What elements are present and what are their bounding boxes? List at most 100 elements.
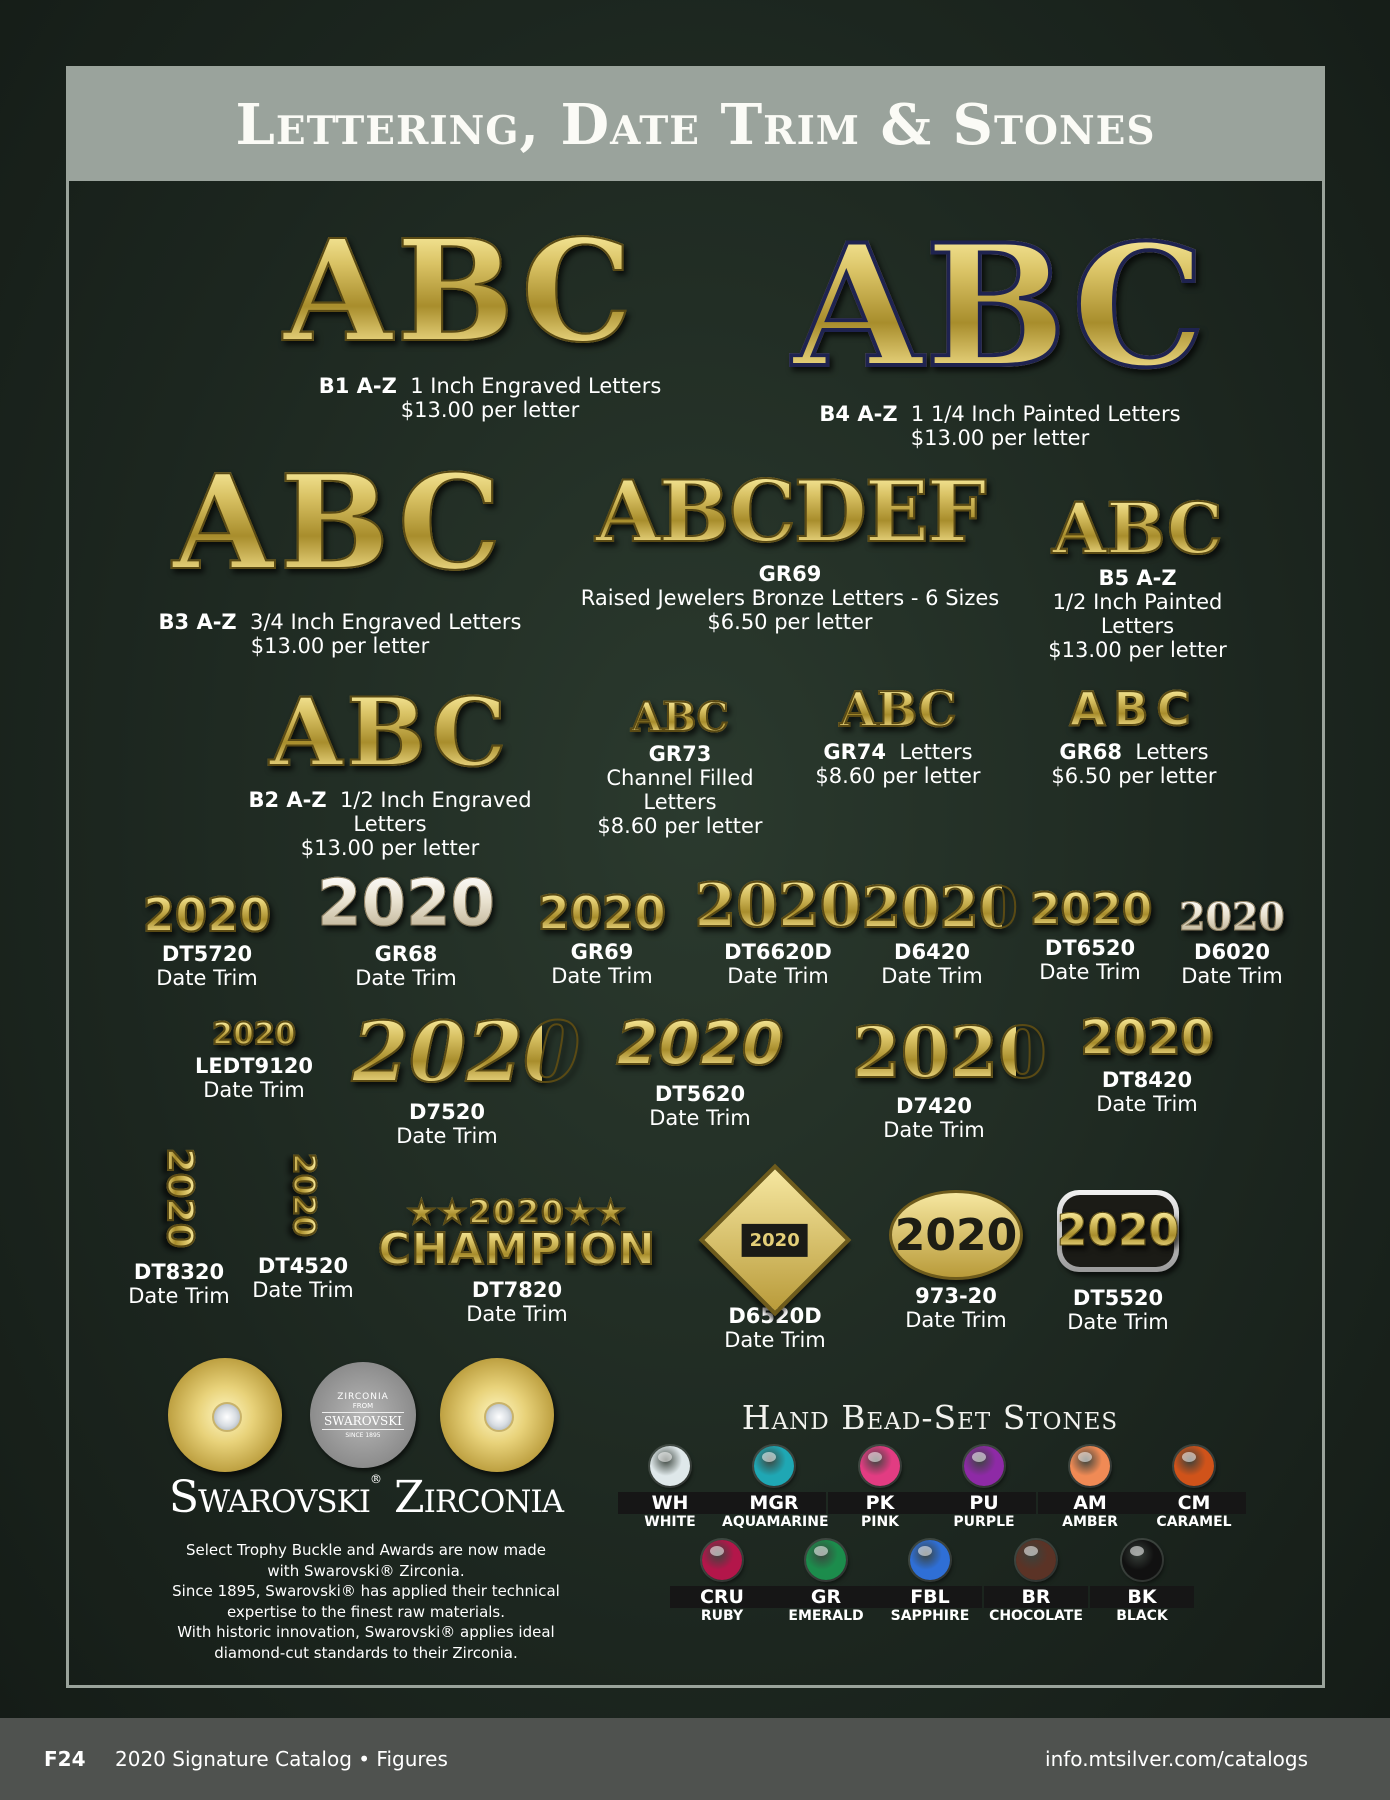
d6020-code: D6020	[1194, 940, 1270, 964]
973-20-code: 973-20	[915, 1284, 997, 1308]
date-trim-ledt9120: 2020 LEDT9120 Date Trim	[186, 1019, 322, 1103]
973-20-plate: 2020	[889, 1190, 1023, 1280]
b2-desc-line2: Letters	[353, 812, 427, 836]
stone-code: PK	[828, 1492, 932, 1514]
stone-emerald: GR EMERALD	[774, 1540, 878, 1625]
stone-chocolate: BR CHOCOLATE	[984, 1540, 1088, 1625]
gr74-code: GR74	[823, 740, 887, 764]
product-gr74: ABC GR74 Letters $8.60 per letter	[800, 685, 996, 788]
date-trim-d7520: 2020 D7520 Date Trim	[351, 1005, 581, 1148]
date-trim-dt5520: 2020 DT5520 Date Trim	[1048, 1190, 1188, 1334]
973-20-year: 2020	[894, 1209, 1018, 1261]
dt8320-label: Date Trim	[128, 1284, 230, 1308]
stone-code: CM	[1142, 1492, 1246, 1514]
gem-icon	[964, 1446, 1004, 1486]
973-20-label: Date Trim	[905, 1308, 1007, 1332]
dt5720-label: Date Trim	[156, 966, 258, 990]
swarovski-seal: ZIRCONIA FROM SWAROVSKI SINCE 1895	[310, 1362, 416, 1468]
stone-code: PU	[932, 1492, 1036, 1514]
stone-code: MGR	[722, 1492, 826, 1514]
stone-white: WH WHITE	[618, 1446, 722, 1531]
b2-desc-line1: 1/2 Inch Engraved	[339, 788, 532, 812]
date-trim-dt8420: 2020 DT8420 Date Trim	[1052, 1013, 1242, 1116]
product-b2: ABC B2 A-Z 1/2 Inch Engraved Letters $13…	[220, 685, 560, 860]
stone-name: CARAMEL	[1156, 1514, 1232, 1530]
d6520d-year: 2020	[741, 1223, 809, 1257]
d6520d-plate: 2020	[698, 1163, 852, 1317]
stone-black: BK BLACK	[1090, 1540, 1194, 1625]
dt6620d-code: DT6620D	[724, 940, 832, 964]
stone-sapphire: FBL SAPPHIRE	[878, 1540, 982, 1625]
stone-code: BR	[984, 1586, 1088, 1608]
dt5720-code: DT5720	[161, 942, 253, 966]
product-b3: ABC B3 A-Z 3/4 Inch Engraved Letters $13…	[100, 457, 580, 659]
b4-letters-image: ABC	[740, 220, 1260, 392]
gr74-price: $8.60 per letter	[815, 764, 981, 788]
d6420-image: 2020	[861, 875, 1019, 941]
gem-icon	[1174, 1446, 1214, 1486]
gr69-date-image: 2020	[522, 889, 682, 937]
b4-code: B4 A-Z	[819, 402, 898, 426]
swarovski-zirconia-wordmark: Swarovski® Zirconia	[168, 1472, 564, 1523]
swarovski-description: Select Trophy Buckle and Awards are now …	[172, 1541, 560, 1662]
stone-name: EMERALD	[788, 1608, 864, 1624]
gr69-date-label: Date Trim	[551, 964, 653, 988]
ledt9120-code: LEDT9120	[195, 1054, 313, 1078]
stone-name: WHITE	[644, 1514, 696, 1530]
date-trim-dt7820: ★★2020★★ CHAMPION DT7820 Date Trim	[362, 1195, 672, 1326]
gem-icon	[650, 1446, 690, 1486]
d7420-code: D7420	[896, 1094, 972, 1118]
gr73-desc-line2: Letters	[643, 790, 717, 814]
gr68-code: GR68	[1059, 740, 1123, 764]
stone-name: SAPPHIRE	[890, 1608, 970, 1624]
stone-pink: PK PINK	[828, 1446, 932, 1531]
d6020-image: 2020	[1170, 897, 1294, 936]
stone-name: PURPLE	[953, 1514, 1015, 1530]
stone-ruby: CRU RUBY	[670, 1540, 774, 1625]
flower-concho-left	[168, 1358, 282, 1472]
b1-letters-image: ABC	[200, 221, 720, 363]
dt5620-code: DT5620	[654, 1082, 746, 1106]
dt8420-code: DT8420	[1101, 1068, 1193, 1092]
dt7820-code: DT7820	[471, 1278, 563, 1302]
date-trim-d6420: 2020 D6420 Date Trim	[861, 875, 1019, 988]
date-trim-dt6520: 2020 DT6520 Date Trim	[1029, 887, 1153, 985]
gr68-date-label: Date Trim	[355, 966, 457, 990]
zirconia-stone-icon	[484, 1402, 514, 1432]
b3-desc: 3/4 Inch Engraved Letters	[250, 610, 522, 634]
gr68-date-code: GR68	[374, 942, 438, 966]
stone-code: GR	[774, 1586, 878, 1608]
ledt9120-label: Date Trim	[203, 1078, 305, 1102]
gem-icon	[1070, 1446, 1110, 1486]
gr68-price: $6.50 per letter	[1051, 764, 1217, 788]
dt8320-code: DT8320	[133, 1260, 225, 1284]
stone-name: CHOCOLATE	[989, 1608, 1083, 1624]
gr68-letters-image: ABC	[1036, 685, 1232, 733]
dt7820-champion: CHAMPION	[362, 1227, 672, 1273]
footer: F24 2020 Signature Catalog • Figures inf…	[0, 1718, 1390, 1800]
product-b5: ABC B5 A-Z 1/2 Inch Painted Letters $13.…	[1035, 493, 1240, 663]
gr73-letters-image: ABC	[590, 697, 770, 739]
stone-name: PINK	[860, 1514, 900, 1530]
dt4520-label: Date Trim	[252, 1278, 354, 1302]
gr69-letters-image: ABCDEF	[570, 469, 1010, 555]
stone-name: AMBER	[1062, 1514, 1118, 1530]
b2-code: B2 A-Z	[248, 788, 327, 812]
product-gr68-letters: ABC GR68 Letters $6.50 per letter	[1036, 685, 1232, 788]
dt6520-code: DT6520	[1044, 936, 1136, 960]
zirconia-stone-icon	[212, 1402, 242, 1432]
dt5620-label: Date Trim	[649, 1106, 751, 1130]
stone-name: AQUAMARINE	[722, 1514, 829, 1530]
stones-title: Hand Bead-Set Stones	[741, 1398, 1119, 1437]
b5-desc-line2: Letters	[1100, 614, 1175, 638]
d7520-image: 2020	[351, 1005, 581, 1101]
d7520-label: Date Trim	[396, 1124, 498, 1148]
b1-code: B1 A-Z	[318, 374, 397, 398]
date-trim-dt4520: 2020 DT4520 Date Trim	[248, 1136, 358, 1302]
dt5520-plate: 2020	[1056, 1190, 1180, 1272]
date-trim-d6520d: 2020 D6520D Date Trim	[698, 1163, 852, 1352]
catalog-name: 2020 Signature Catalog • Figures	[115, 1747, 448, 1771]
gr74-letters-image: ABC	[800, 685, 996, 735]
product-gr69-letters: ABCDEF GR69 Raised Jewelers Bronze Lette…	[570, 469, 1010, 635]
page-title: Lettering, Date Trim & Stones	[235, 92, 1156, 158]
